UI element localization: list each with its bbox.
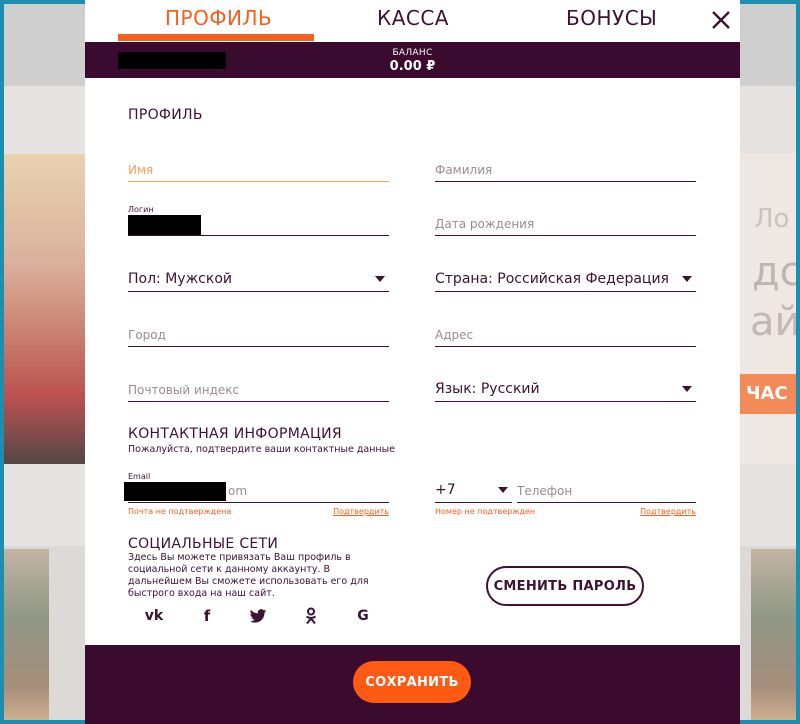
active-tab-indicator [118,34,314,41]
save-button[interactable]: СОХРАНИТЬ [353,661,471,703]
phone-code-value: +7 [435,482,456,498]
address-field[interactable]: Адрес [435,320,696,347]
last-name-placeholder: Фамилия [435,163,493,177]
chevron-down-icon [498,487,508,493]
close-icon[interactable] [707,6,735,34]
phone-code-select[interactable]: +7 [435,476,512,503]
birthdate-placeholder: Дата рождения [435,217,535,231]
postal-code-placeholder: Почтовый индекс [128,383,240,397]
country-value: Страна: Российская Федерация [435,271,669,287]
language-value: Язык: Русский [435,381,540,397]
tab-profile[interactable]: ПРОФИЛЬ [165,6,272,30]
email-visible-suffix: om [228,484,248,498]
profile-modal: ПРОФИЛЬ КАССА БОНУСЫ БАЛАНС 0.00 ₽ ПРОФИ… [85,0,740,724]
phone-field[interactable]: Телефон [517,476,696,503]
background-banner-right: Ло дс ай ЧАС [740,154,796,464]
birthdate-field[interactable]: Дата рождения [435,209,696,236]
phone-status: Номер не подтвержден [435,507,536,516]
email-verify-link[interactable]: Подтвердить [325,507,389,516]
chevron-down-icon [682,386,692,392]
chevron-down-icon [375,276,385,282]
profile-section-title: ПРОФИЛЬ [128,107,203,123]
balance-bar: БАЛАНС 0.00 ₽ [85,42,740,78]
background-banner-image [4,154,89,464]
first-name-placeholder: Имя [128,163,154,177]
postal-code-field[interactable]: Почтовый индекс [128,375,389,402]
login-label: Логин [128,205,154,214]
contact-subtitle: Пожалуйста, подтвердите ваши контактные … [128,444,395,455]
city-placeholder: Город [128,328,166,342]
google-icon[interactable]: G [351,604,375,628]
balance-label: БАЛАНС [392,48,433,58]
phone-placeholder: Телефон [517,484,573,498]
odnoklassniki-icon [305,607,317,625]
address-placeholder: Адрес [435,328,474,342]
tab-bonuses[interactable]: БОНУСЫ [566,6,657,30]
login-field[interactable]: Логин [128,205,389,236]
modal-footer: СОХРАНИТЬ [85,645,740,724]
social-section-title: СОЦИАЛЬНЫЕ СЕТИ [128,536,279,552]
tab-cashier[interactable]: КАССА [377,6,449,30]
background-card [4,549,49,720]
language-select[interactable]: Язык: Русский [435,375,696,402]
facebook-icon[interactable]: f [195,604,219,628]
city-field[interactable]: Город [128,320,389,347]
first-name-field[interactable]: Имя [128,155,389,182]
gender-select[interactable]: Пол: Мужской [128,265,389,292]
twitter-icon [249,608,267,623]
twitter-icon[interactable] [246,604,270,628]
background-card [751,549,796,720]
redacted-email [124,482,226,501]
phone-verify-link[interactable]: Подтвердить [632,507,696,516]
change-password-button[interactable]: СМЕНИТЬ ПАРОЛЬ [486,566,644,606]
email-status: Почта не подтверждена [128,507,232,516]
redacted-login [128,215,201,235]
contact-section-title: КОНТАКТНАЯ ИНФОРМАЦИЯ [128,426,342,442]
chevron-down-icon [682,276,692,282]
social-description-text: Здесь Вы можете привязать Ваш профиль в … [128,552,369,599]
social-description: Здесь Вы можете привязать Ваш профиль в … [128,552,388,600]
email-field[interactable]: Email om [124,472,389,503]
gender-value: Пол: Мужской [128,271,233,287]
odnoklassniki-icon[interactable] [299,604,323,628]
country-select[interactable]: Страна: Российская Федерация [435,265,696,292]
balance-value: 0.00 ₽ [389,59,436,74]
vk-icon[interactable]: vk [142,604,166,628]
modal-tabs: ПРОФИЛЬ КАССА БОНУСЫ [85,0,740,42]
last-name-field[interactable]: Фамилия [435,155,696,182]
email-label: Email [128,472,151,481]
